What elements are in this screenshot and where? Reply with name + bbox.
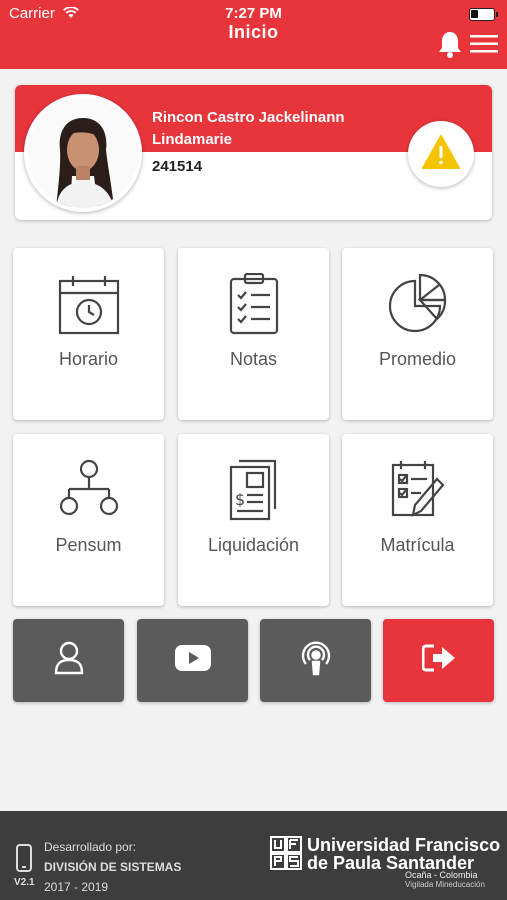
logout-button[interactable] [383,619,494,702]
tile-promedio[interactable]: Promedio [342,248,493,420]
tile-pensum[interactable]: Pensum [13,434,164,606]
oversight-label: Vigilada Mineducación [405,880,485,889]
avatar[interactable] [24,94,142,212]
app-header: Carrier 7:27 PM Inicio [0,0,507,69]
university-location: Ocaña - Colombia [405,870,478,880]
svg-text:$: $ [235,490,245,509]
university-logo [270,836,302,875]
podcast-icon [299,640,333,681]
tile-pensum-label: Pensum [55,535,122,555]
division-name: DIVISIÓN DE SISTEMAS [44,860,182,874]
warning-button[interactable] [408,121,474,187]
app-version: V2.1 [14,877,35,888]
profile-card: Rincon Castro Jackelinann Lindamarie 241… [15,85,492,220]
developer-info: Desarrollado por: DIVISIÓN DE SISTEMAS 2… [44,837,181,897]
phone-icon [16,844,32,877]
battery-level [471,10,478,18]
developed-by-label: Desarrollado por: [44,840,137,854]
tile-notas-label: Notas [229,349,278,369]
warning-icon [421,134,461,175]
profile-button[interactable] [13,619,124,702]
page-title: Inicio [228,22,279,42]
student-name: Rincon Castro Jackelinann Lindamarie [152,109,345,148]
bell-icon[interactable] [437,30,463,63]
tile-liquidacion[interactable]: $ Liquidación [178,434,329,606]
youtube-icon [174,645,211,676]
podcast-button[interactable] [260,619,371,702]
status-time: 7:27 PM [225,5,282,22]
tile-horario-label: Horario [58,349,119,369]
tile-liquidacion-label: Liquidación [207,535,300,555]
logout-icon [421,644,456,677]
tile-notas[interactable]: Notas [178,248,329,420]
student-code: 241514 [152,158,203,175]
copyright-years: 2017 - 2019 [44,880,109,894]
user-icon [54,641,84,680]
battery-icon [469,8,498,21]
menu-icon[interactable] [470,35,498,58]
footer: V2.1 Desarrollado por: DIVISIÓN DE SISTE… [0,811,507,900]
tile-horario[interactable]: Horario [13,248,164,420]
youtube-button[interactable] [137,619,248,702]
tile-matricula[interactable]: Matrícula [342,434,493,606]
tile-matricula-label: Matrícula [380,535,455,555]
status-bar: Carrier 7:27 PM [0,4,507,24]
tile-promedio-label: Promedio [378,349,457,369]
